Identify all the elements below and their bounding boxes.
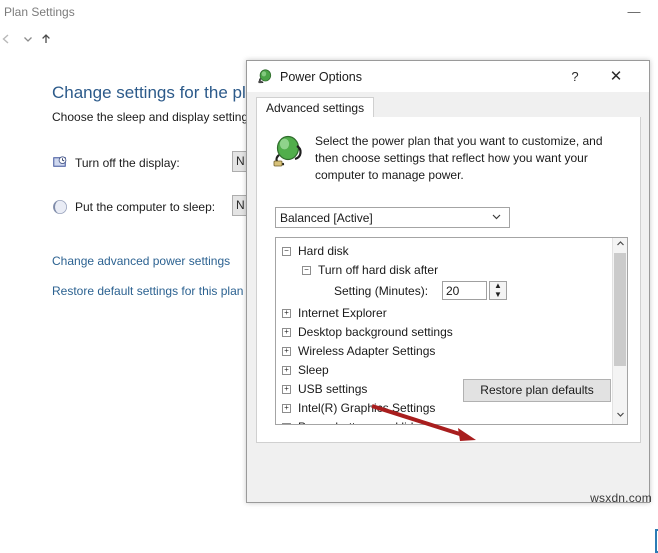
sleep-moon-icon: [52, 199, 68, 215]
page-title: Change settings for the plan: [52, 83, 265, 102]
minimize-button[interactable]: —: [620, 2, 648, 22]
restore-plan-defaults-button[interactable]: Restore plan defaults: [463, 379, 611, 402]
page-subtitle: Choose the sleep and display setting: [52, 110, 249, 124]
dialog-titlebar: Power Options ? ✕: [247, 61, 649, 92]
tree-item-label: Wireless Adapter Settings: [298, 344, 436, 358]
tree-item-label: Intel(R) Graphics Settings: [298, 401, 436, 415]
power-plug-icon: [257, 68, 274, 85]
collapse-icon[interactable]: −: [302, 266, 311, 275]
tree-item-turn-off-hard-disk-after[interactable]: − Turn off hard disk after: [276, 261, 627, 280]
expand-icon[interactable]: +: [282, 404, 291, 413]
expand-icon[interactable]: +: [282, 385, 291, 394]
setting-minutes-row: Setting (Minutes): 20 ▲ ▼: [276, 280, 627, 304]
power-plan-select[interactable]: Balanced [Active]: [275, 207, 510, 228]
setting-label-put-computer-to-sleep: Put the computer to sleep:: [75, 200, 216, 214]
tree-item-internet-explorer[interactable]: + Internet Explorer: [276, 304, 627, 323]
expand-icon[interactable]: +: [282, 328, 291, 337]
tree-item-wireless-adapter-settings[interactable]: + Wireless Adapter Settings: [276, 342, 627, 361]
stepper-down-icon[interactable]: ▼: [490, 291, 506, 299]
scroll-down-icon[interactable]: [613, 409, 627, 424]
tab-advanced-settings[interactable]: Advanced settings: [256, 97, 375, 118]
dialog-title: Power Options: [280, 70, 362, 84]
help-button[interactable]: ?: [564, 68, 586, 86]
window-title: Plan Settings: [4, 5, 75, 19]
tree-scrollbar[interactable]: [612, 238, 627, 424]
chevron-down-icon: [491, 211, 502, 225]
setting-minutes-input[interactable]: 20: [442, 281, 487, 300]
setting-minutes-stepper[interactable]: ▲ ▼: [489, 281, 507, 300]
chevron-down-icon[interactable]: [18, 32, 38, 52]
tree-item-desktop-background-settings[interactable]: + Desktop background settings: [276, 323, 627, 342]
expand-icon[interactable]: +: [282, 309, 291, 318]
back-arrow-icon[interactable]: [0, 32, 16, 52]
power-plug-large-icon: [271, 133, 305, 169]
scrollbar-thumb[interactable]: [614, 253, 626, 366]
setting-label-turn-off-display: Turn off the display:: [75, 156, 180, 170]
tree-item-label: Desktop background settings: [298, 325, 453, 339]
tree-item-label: Turn off hard disk after: [318, 263, 439, 277]
scroll-up-icon[interactable]: [613, 238, 627, 253]
close-button[interactable]: ✕: [604, 67, 628, 87]
tree-item-label: Sleep: [298, 363, 329, 377]
expand-icon[interactable]: +: [282, 347, 291, 356]
link-restore-default-settings[interactable]: Restore default settings for this plan: [52, 284, 243, 298]
explorer-titlebar: Plan Settings —: [0, 0, 658, 26]
tree-item-power-buttons-and-lid[interactable]: + Power buttons and lid: [276, 418, 627, 424]
intro-text: Select the power plan that you want to c…: [315, 134, 603, 182]
setting-minutes-value: 20: [446, 284, 460, 298]
watermark: wsxdn.com: [590, 491, 652, 505]
tabstrip: Advanced settings: [256, 97, 641, 119]
tree-item-label: USB settings: [298, 382, 368, 396]
tree-item-label: Power buttons and lid: [298, 420, 413, 424]
navigation-bar: « Hardware and Sound › Power Options › E…: [0, 28, 658, 82]
link-change-advanced-power-settings[interactable]: Change advanced power settings: [52, 254, 230, 268]
collapse-icon[interactable]: −: [282, 247, 291, 256]
tree-item-label: Hard disk: [298, 244, 349, 258]
tree-item-hard-disk[interactable]: − Hard disk: [276, 242, 627, 261]
power-options-dialog: Power Options ? ✕ Advanced settings Sele…: [246, 60, 658, 553]
setting-minutes-label: Setting (Minutes):: [334, 284, 429, 298]
expand-icon[interactable]: +: [282, 423, 291, 424]
tree-item-sleep[interactable]: + Sleep: [276, 361, 627, 380]
advanced-settings-panel: Select the power plan that you want to c…: [256, 117, 641, 443]
expand-icon[interactable]: +: [282, 366, 291, 375]
power-plan-selected-value: Balanced [Active]: [280, 211, 373, 225]
monitor-clock-icon: [52, 155, 68, 171]
stepper-up-icon[interactable]: ▲: [490, 282, 506, 290]
tree-item-label: Internet Explorer: [298, 306, 387, 320]
arrow-up-icon[interactable]: [36, 32, 56, 52]
